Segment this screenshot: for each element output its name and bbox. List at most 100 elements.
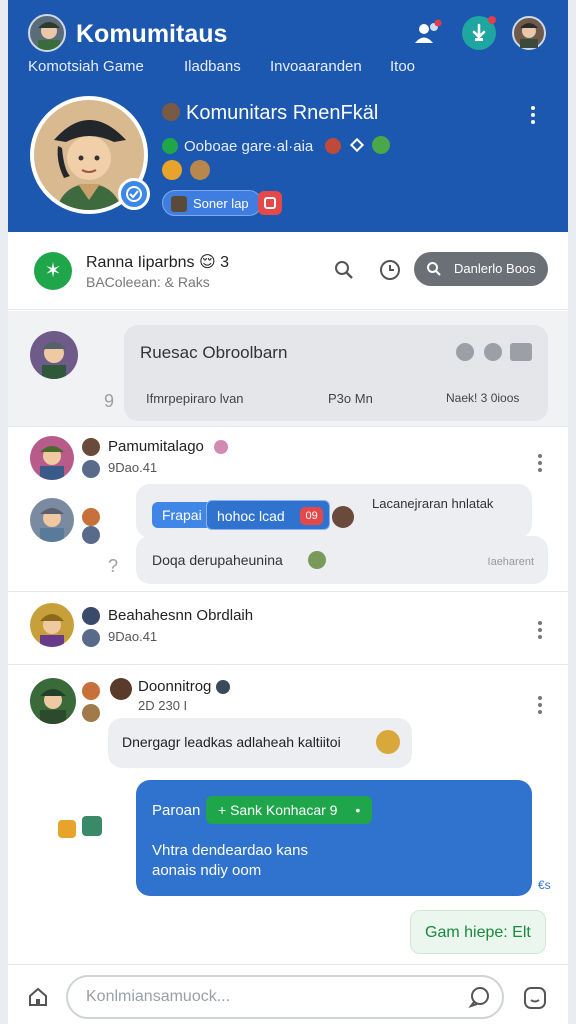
mini-avatar [82, 438, 100, 456]
post-footer-left: Ifmrpepiraro lvan [146, 391, 244, 406]
filter-emoji: 😌 [198, 254, 216, 271]
post-time: 2D 230 I [138, 698, 188, 713]
game-icon [371, 136, 390, 154]
green-chip-label: + Sank Konhacar 9 [218, 802, 338, 818]
header-tabs: Komotsiah Game Iladbans Invoaaranden Ito… [28, 58, 548, 82]
top-bar: Komumitaus [8, 12, 568, 56]
heart-icon [349, 137, 364, 153]
filter-title-row: Ranna Iiparbns 😌 3 [86, 252, 229, 272]
mini-avatar [82, 607, 100, 625]
chat-icon[interactable] [468, 985, 492, 1009]
blue-title: Paroan [152, 802, 201, 819]
app-title: Komumitaus [76, 20, 228, 48]
home-icon[interactable] [26, 985, 50, 1009]
message-input[interactable]: Konlmiansamuock... [66, 975, 504, 1019]
people-icon[interactable] [410, 16, 444, 50]
green-chip[interactable]: + Sank Konhacar 9 • [206, 796, 373, 824]
post-footer-mid: P3o Mn [328, 391, 373, 406]
notification-icon[interactable] [462, 16, 496, 50]
post-avatar[interactable] [30, 678, 76, 724]
leaf-icon [82, 816, 102, 836]
trophy-icon [190, 160, 210, 180]
blue-body-1: Vhtra dendeardao kans [152, 842, 308, 859]
tab-itoo[interactable]: Itoo [390, 58, 415, 75]
post-avatar[interactable] [30, 331, 78, 379]
post-bubble[interactable]: Ruesac Obroolbarn Ifmrpepiraro lvan P3o … [124, 325, 548, 421]
message-text: Dnergagr leadkas adlaheah kaltiitoi [122, 734, 341, 750]
badge-icon [325, 138, 342, 154]
chip-frapai[interactable]: Frapai [152, 502, 212, 528]
reply-bubble[interactable]: Frapai hohoc lcad 09 Lacanejraran hnlata… [136, 484, 532, 538]
filter-subtitle: BAColeean: & Raks [86, 274, 210, 290]
post-time: 9Dao.41 [108, 460, 158, 475]
profile-mini-avatar-icon [162, 103, 180, 121]
search-pill-icon [427, 262, 441, 276]
post-card-3: Beahahesnn Obrdlaih 9Dao.41 [8, 593, 568, 665]
check-icon [162, 138, 178, 154]
user-avatar[interactable] [512, 16, 546, 50]
author-avatar[interactable] [110, 678, 132, 700]
emoji-picker-icon[interactable] [522, 985, 546, 1009]
post-footer-right: Naek! 3 0ioos [446, 391, 520, 405]
stats-icon[interactable] [510, 343, 532, 361]
star-icon[interactable]: ✶ [34, 252, 72, 290]
blue-message-bubble[interactable]: Paroan + Sank Konhacar 9 • Vhtra dendear… [136, 780, 532, 896]
tab-game[interactable]: Komotsiah Game [28, 58, 144, 75]
profile-action-button[interactable]: Soner lap [162, 190, 262, 216]
mini-avatar [82, 508, 100, 526]
filter-title: Ranna Iiparbns [86, 254, 195, 271]
gamepad-icon [171, 196, 187, 212]
mini-avatar [332, 506, 354, 528]
post-more-icon[interactable] [537, 619, 543, 641]
app-avatar[interactable] [28, 14, 66, 52]
reply-bubble-text: Doqa derupaheunina [152, 552, 283, 568]
verified-badge-icon [118, 178, 150, 210]
chip-hohoc-label: hohoc lcad [217, 508, 285, 524]
tag-icon [214, 440, 228, 454]
post-author[interactable]: Beahahesnn Obrdlaih [108, 607, 253, 624]
verified-icon [216, 680, 230, 694]
search-icon[interactable] [332, 258, 356, 282]
chip-badge: 09 [300, 507, 323, 525]
profile-meta: Ooboae gare·al·aia [184, 138, 314, 155]
post-badge: 9 [104, 391, 115, 411]
reply-bubble-2[interactable]: Doqa derupaheunina Iaeharent [136, 536, 548, 584]
green-chip-more: • [355, 802, 361, 818]
more-options-icon[interactable] [530, 104, 536, 126]
timer-icon[interactable] [484, 343, 502, 361]
tab-iladbans[interactable]: Iladbans [184, 58, 241, 75]
post-author[interactable]: Pamumitalago [108, 438, 204, 455]
tab-invoaaranden[interactable]: Invoaaranden [270, 58, 362, 75]
post-more-icon[interactable] [537, 694, 543, 716]
message-bubble[interactable]: Dnergagr leadkas adlaheah kaltiitoi [108, 718, 412, 768]
composer-bar: Konlmiansamuock... [8, 964, 568, 1024]
profile-name: Komunitars RnenFkäl [186, 102, 379, 124]
profile-header: Komumitaus Komotsiah Game Iladbans Invoa… [8, 0, 568, 232]
blue-stamp: €s [538, 878, 551, 892]
notification-dot [488, 16, 496, 24]
post-more-icon[interactable] [537, 452, 543, 474]
profile-name-row: Komunitars RnenFkäl [162, 102, 378, 125]
filter-count: 3 [220, 254, 230, 271]
like-icon[interactable] [456, 343, 474, 361]
post-avatar[interactable] [30, 436, 74, 480]
sparkle-icon [308, 551, 326, 569]
post-badge: ? [108, 556, 119, 576]
gift-icon [58, 820, 76, 838]
search-pill-button[interactable]: Danlerlo Boos [414, 252, 548, 286]
search-pill-label: Danlerlo Boos [454, 261, 536, 276]
post-author[interactable]: Doonnitrog [138, 678, 211, 695]
post-card-4: Doonnitrog 2D 230 I Dnergagr leadkas adl… [8, 666, 568, 963]
chip-hohoc[interactable]: hohoc lcad 09 [206, 500, 330, 530]
reply-avatar[interactable] [30, 498, 74, 542]
post-avatar[interactable] [30, 603, 74, 647]
profile-meta-row: Ooboae gare·al·aia [162, 136, 390, 155]
mini-avatar [82, 704, 100, 722]
clock-icon[interactable] [378, 258, 402, 282]
post-bubble-title: Ruesac Obroolbarn [140, 343, 288, 362]
emoji-icon [162, 160, 182, 180]
reply-text: Lacanejraran hnlatak [372, 496, 494, 511]
reply-button[interactable]: Gam hiepe: Elt [410, 910, 546, 954]
report-button[interactable] [258, 191, 282, 215]
blue-body-2: aonais ndiy oom [152, 862, 262, 879]
